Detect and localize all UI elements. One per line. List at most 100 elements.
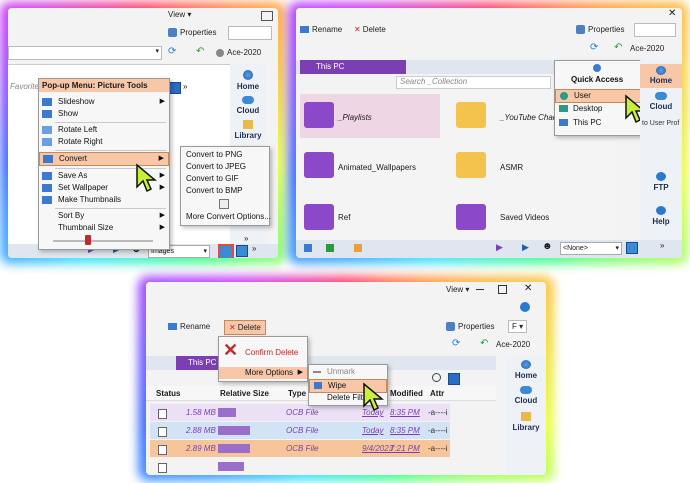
back-icon[interactable]: ↶ — [480, 338, 488, 349]
search-icon[interactable] — [432, 373, 441, 382]
menu-item-show[interactable]: Show — [39, 108, 169, 120]
menu-item-make-thumbnails[interactable]: Make Thumbnails — [39, 194, 169, 206]
item-animated-label[interactable]: Animated_Wallpapers — [338, 163, 416, 172]
address-bar[interactable]: ▾ — [8, 46, 162, 60]
user-profile-link[interactable]: to User Prof — [642, 120, 679, 127]
status-select[interactable]: <None> ▾ — [560, 242, 622, 255]
image-icon[interactable] — [326, 244, 334, 252]
play-icon[interactable]: ▶ — [496, 242, 503, 253]
col-type[interactable]: Type — [288, 389, 306, 398]
rename-button[interactable]: Rename — [300, 25, 342, 34]
thumbnail-view-icon[interactable] — [448, 373, 460, 385]
search-input[interactable]: Search _Collection — [396, 76, 551, 89]
view-menu[interactable]: View ▾ — [446, 285, 469, 294]
properties-icon — [446, 322, 455, 332]
more-convert-options[interactable]: More Convert Options... — [181, 211, 271, 223]
back-icon[interactable]: ↶ — [614, 42, 622, 53]
more-options-item[interactable]: More Options ▶ — [219, 367, 307, 379]
col-relative-size[interactable]: Relative Size — [220, 389, 269, 398]
sidebar-item-library[interactable]: Library — [506, 412, 546, 432]
mouse-cursor-icon — [363, 382, 384, 412]
sidebar-item-home[interactable]: Home — [640, 64, 682, 88]
sidebar-item-cloud[interactable]: Cloud — [640, 92, 682, 111]
address-user[interactable]: Ace-2020 — [496, 340, 530, 349]
sidebar-item-library[interactable]: Library — [230, 120, 266, 140]
tab-this-pc[interactable]: This PC — [300, 60, 406, 74]
more-icon[interactable]: » — [252, 244, 256, 253]
close-icon[interactable]: ✕ — [524, 283, 532, 294]
delete-button[interactable]: ✕ Delete — [224, 320, 266, 335]
wipe-icon — [314, 382, 322, 389]
thumbnail-size-slider[interactable] — [53, 240, 153, 242]
delete-button[interactable]: ✕ Delete — [354, 25, 386, 34]
drive-dropdown[interactable]: F ▾ — [508, 320, 528, 333]
rename-button[interactable]: Rename — [168, 322, 210, 331]
convert-to-bmp[interactable]: Convert to BMP — [181, 185, 269, 197]
item-asmr-label[interactable]: ASMR — [500, 163, 523, 172]
refresh-icon[interactable]: ⟳ — [452, 338, 460, 349]
table-row[interactable] — [150, 458, 450, 475]
menu-item-sort-by[interactable]: Sort By ▶ — [39, 210, 169, 222]
table-row[interactable]: 2.89 MB OCB File 9/4/2023 7:21 PM -a----i — [150, 440, 450, 457]
convert-to-png[interactable]: Convert to PNG — [181, 149, 269, 161]
submenu-unmark[interactable]: Unmark — [309, 366, 387, 378]
grid-view-icon[interactable] — [626, 242, 638, 254]
menu-item-rotate-left[interactable]: Rotate Left — [39, 124, 169, 136]
col-attr[interactable]: Attr — [430, 389, 444, 398]
item-youtube-label[interactable]: _YouTube Chach — [500, 113, 561, 122]
convert-to-jpeg[interactable]: Convert to JPEG — [181, 161, 269, 173]
colors-icon[interactable] — [304, 244, 312, 252]
view-menu[interactable]: View ▾ — [168, 10, 191, 19]
back-icon[interactable]: ↶ — [196, 46, 204, 57]
show-icon — [42, 110, 52, 118]
video-folder-icon — [304, 102, 334, 128]
sidebar-item-home[interactable]: Home — [230, 70, 266, 91]
sidebar-item-cloud[interactable]: Cloud — [230, 96, 266, 115]
col-status[interactable]: Status — [156, 389, 180, 398]
grid-view-icon[interactable] — [218, 244, 234, 258]
close-icon[interactable]: ✕ — [668, 8, 676, 19]
col-modified[interactable]: Modified — [390, 389, 423, 398]
rename-icon — [168, 323, 177, 331]
dropdown-quick-access[interactable]: Quick Access — [555, 74, 641, 86]
table-row[interactable]: 1.58 MB OCB File Today 8:35 PM -a----i — [150, 404, 450, 421]
menu-title-text: Pop-up Menu: Picture Tools — [42, 81, 148, 90]
view-dropdown[interactable] — [634, 23, 676, 37]
properties-button[interactable]: Properties — [446, 322, 494, 332]
convert-to-gif[interactable]: Convert to GIF — [181, 173, 269, 185]
sidebar-item-ftp[interactable]: FTP — [640, 172, 682, 192]
rename-icon — [300, 26, 309, 34]
more-icon[interactable]: » — [660, 241, 664, 250]
item-saved-videos-label[interactable]: Saved Videos — [500, 213, 549, 222]
minimize-icon[interactable] — [476, 289, 484, 290]
view-dropdown[interactable] — [228, 26, 272, 40]
file-date: 9/4/2023 — [362, 444, 394, 453]
refresh-icon[interactable]: ⟳ — [168, 46, 176, 57]
item-ref-label[interactable]: Ref — [338, 213, 350, 222]
help-icon[interactable] — [520, 302, 530, 312]
menu-item-thumbnail-size[interactable]: Thumbnail Size ▶ — [39, 222, 169, 234]
forward-icon[interactable]: ▶ — [522, 242, 529, 253]
properties-button[interactable]: Properties — [168, 28, 216, 38]
sidebar-item-cloud[interactable]: Cloud — [506, 386, 546, 405]
view-options-icon[interactable]: » — [183, 82, 187, 91]
address-user[interactable]: Ace-2020 — [216, 48, 261, 57]
maximize-icon[interactable] — [498, 285, 507, 294]
sidebar-item-help[interactable]: Help — [640, 206, 682, 226]
slider-handle[interactable] — [85, 235, 91, 245]
refresh-icon[interactable]: ⟳ — [590, 42, 598, 53]
file-attr: -a----i — [428, 408, 448, 417]
app-icon[interactable] — [354, 244, 362, 252]
sidebar-item-home[interactable]: Home — [506, 360, 546, 380]
menu-item-rotate-right[interactable]: Rotate Right — [39, 136, 169, 148]
table-row[interactable]: 2.88 MB OCB File Today 8:35 PM -a----i — [150, 422, 450, 439]
address-user[interactable]: Ace-2020 — [630, 44, 664, 53]
sidebar-expand-icon[interactable]: » — [244, 234, 248, 243]
smiley-icon[interactable]: ☻ — [542, 241, 553, 252]
properties-button[interactable]: Properties — [576, 25, 624, 35]
list-view-icon[interactable] — [236, 245, 248, 257]
menu-item-slideshow[interactable]: Slideshow ▶ — [39, 96, 169, 108]
minimize-icon[interactable] — [261, 11, 273, 21]
confirm-delete-item[interactable]: ✕ Confirm Delete — [219, 339, 307, 365]
unmark-icon — [313, 371, 321, 373]
